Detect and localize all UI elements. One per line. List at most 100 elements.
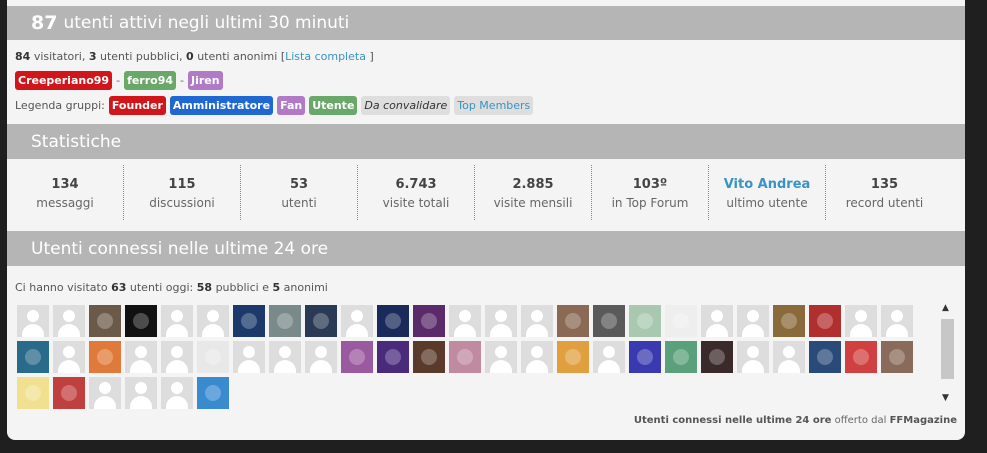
- avatar[interactable]: [701, 305, 733, 337]
- avatar[interactable]: [233, 305, 265, 337]
- default-avatar-head: [747, 346, 759, 358]
- scroll-thumb[interactable]: [941, 319, 954, 379]
- stat-monthly-visits: 2.885 visite mensili: [475, 165, 592, 220]
- avatar[interactable]: [881, 341, 913, 373]
- default-avatar-body: [598, 360, 620, 373]
- avatar[interactable]: [881, 305, 913, 337]
- avatar[interactable]: [449, 305, 481, 337]
- group-pending[interactable]: Da convalidare: [361, 96, 451, 115]
- avatar[interactable]: [341, 305, 373, 337]
- last-user-link[interactable]: Vito Andrea: [709, 177, 825, 192]
- avatar[interactable]: [233, 341, 265, 373]
- avatar[interactable]: [773, 305, 805, 337]
- avatar[interactable]: [521, 341, 553, 373]
- avatar[interactable]: [593, 341, 625, 373]
- stat-value: 115: [168, 177, 196, 192]
- avatar[interactable]: [197, 377, 229, 409]
- avatar[interactable]: [485, 341, 517, 373]
- last24-header: Utenti connessi nelle ultime 24 ore: [7, 231, 965, 266]
- avatar-image: [565, 313, 581, 329]
- avatar-image: [25, 349, 41, 365]
- avatar[interactable]: [413, 305, 445, 337]
- avatar[interactable]: [53, 377, 85, 409]
- visitors-count: 84: [15, 50, 31, 63]
- user-link-creeperiano99[interactable]: Creeperiano99: [15, 71, 113, 90]
- avatar[interactable]: [89, 377, 121, 409]
- avatar[interactable]: [89, 341, 121, 373]
- avatar[interactable]: [809, 305, 841, 337]
- avatar[interactable]: [17, 341, 49, 373]
- default-avatar-body: [310, 360, 332, 373]
- avatar[interactable]: [665, 305, 697, 337]
- default-avatar-body: [58, 360, 80, 373]
- avatar[interactable]: [737, 341, 769, 373]
- avatar[interactable]: [557, 305, 589, 337]
- stat-label: ultimo utente: [726, 196, 808, 210]
- avatar[interactable]: [665, 341, 697, 373]
- avatar[interactable]: [845, 341, 877, 373]
- stat-top-forum: 103º in Top Forum: [592, 165, 709, 220]
- avatar[interactable]: [269, 341, 301, 373]
- avatar[interactable]: [161, 377, 193, 409]
- default-avatar-body: [130, 360, 152, 373]
- avatar[interactable]: [89, 305, 121, 337]
- default-avatar-body: [274, 360, 296, 373]
- avatar[interactable]: [377, 305, 409, 337]
- user-link-ferro94[interactable]: ferro94: [124, 71, 177, 90]
- avatar[interactable]: [125, 305, 157, 337]
- avatar[interactable]: [701, 341, 733, 373]
- visited-public-label: pubblici e: [215, 281, 269, 294]
- avatar[interactable]: [197, 305, 229, 337]
- group-fan[interactable]: Fan: [277, 96, 306, 115]
- avatar[interactable]: [593, 305, 625, 337]
- scroll-down-icon[interactable]: ▼: [942, 393, 949, 403]
- separator: -: [180, 74, 185, 87]
- default-avatar-head: [99, 382, 111, 394]
- avatar[interactable]: [17, 305, 49, 337]
- avatar[interactable]: [305, 341, 337, 373]
- default-avatar-head: [531, 346, 543, 358]
- user-link-jiren[interactable]: Jiren: [188, 71, 223, 90]
- avatar[interactable]: [521, 305, 553, 337]
- avatar[interactable]: [773, 341, 805, 373]
- full-list-link[interactable]: Lista completa: [285, 50, 366, 63]
- avatar-image: [421, 313, 437, 329]
- avatar[interactable]: [629, 341, 661, 373]
- scroll-up-icon[interactable]: ▲: [942, 303, 949, 313]
- credits-mid: offerto dal: [834, 415, 887, 426]
- stat-users: 53 utenti: [241, 165, 358, 220]
- avatar[interactable]: [17, 377, 49, 409]
- avatar[interactable]: [125, 377, 157, 409]
- avatar[interactable]: [125, 341, 157, 373]
- stats-title: Statistiche: [31, 131, 122, 152]
- avatar-scrollbar[interactable]: ▲ ▼: [940, 303, 955, 403]
- avatar[interactable]: [341, 341, 373, 373]
- avatar[interactable]: [269, 305, 301, 337]
- avatar[interactable]: [197, 341, 229, 373]
- avatar[interactable]: [53, 305, 85, 337]
- avatar-image: [97, 349, 113, 365]
- stat-value: 134: [51, 177, 79, 192]
- group-top-members[interactable]: Top Members: [454, 96, 534, 115]
- group-utente[interactable]: Utente: [309, 96, 358, 115]
- avatar[interactable]: [161, 305, 193, 337]
- avatar[interactable]: [413, 341, 445, 373]
- avatar[interactable]: [305, 305, 337, 337]
- credits-brand[interactable]: FFMagazine: [890, 415, 957, 426]
- group-admin[interactable]: Amministratore: [169, 96, 274, 115]
- stat-value: 135: [870, 177, 899, 192]
- avatar[interactable]: [809, 341, 841, 373]
- avatar[interactable]: [557, 341, 589, 373]
- avatar[interactable]: [629, 305, 661, 337]
- avatar[interactable]: [161, 341, 193, 373]
- avatar[interactable]: [737, 305, 769, 337]
- avatar[interactable]: [449, 341, 481, 373]
- default-avatar-body: [742, 360, 764, 373]
- group-founder[interactable]: Founder: [108, 96, 166, 115]
- default-avatar-body: [454, 324, 476, 337]
- avatar[interactable]: [845, 305, 877, 337]
- avatar[interactable]: [53, 341, 85, 373]
- avatar[interactable]: [377, 341, 409, 373]
- avatar[interactable]: [485, 305, 517, 337]
- credits-title: Utenti connessi nelle ultime 24 ore: [633, 415, 832, 426]
